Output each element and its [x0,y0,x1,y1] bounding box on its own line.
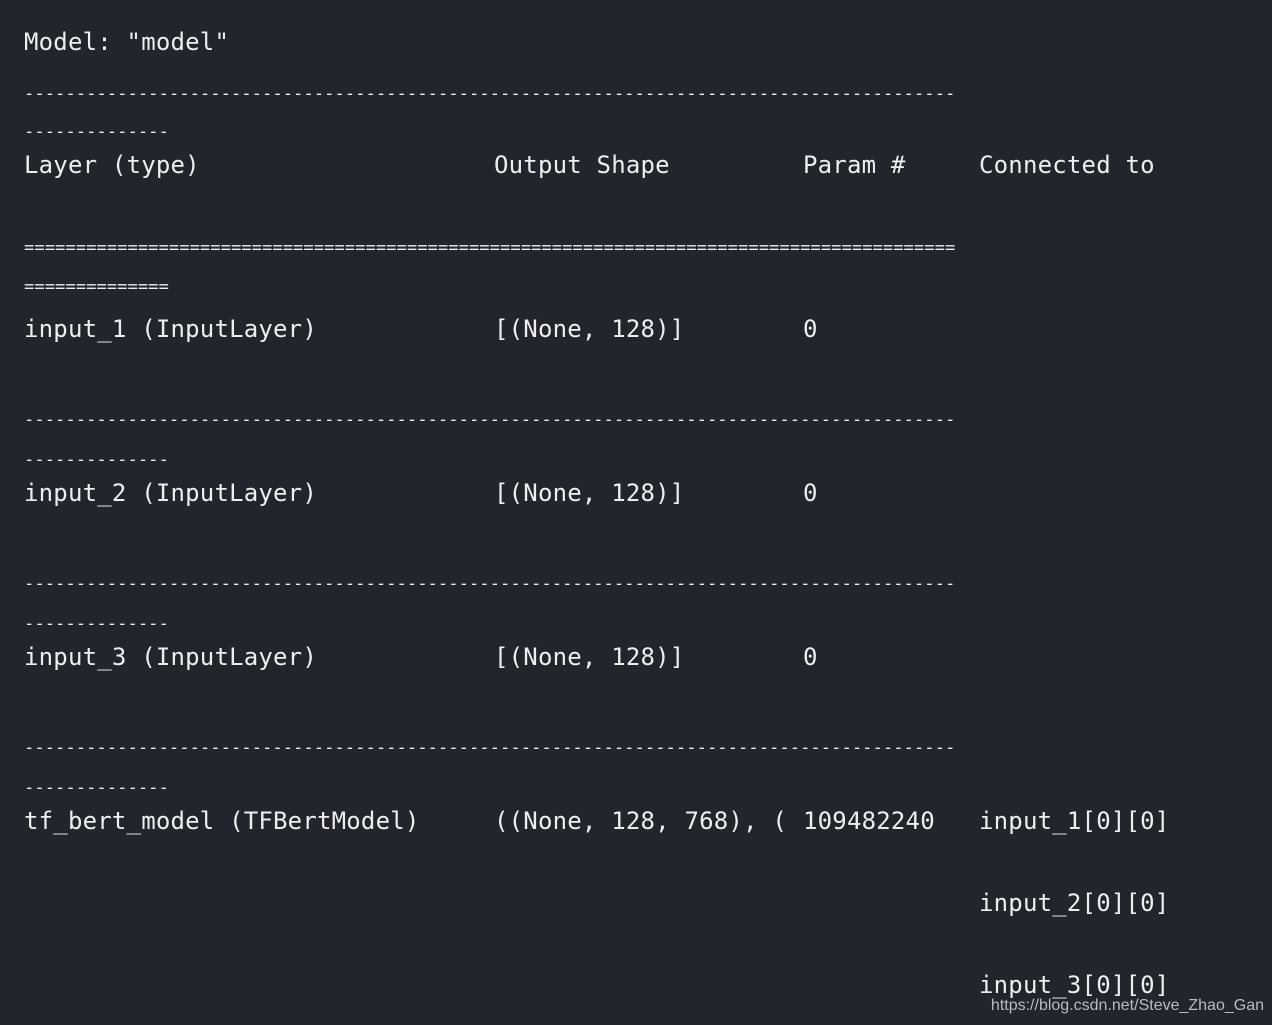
param-count: 0 [803,643,818,671]
separator-dash-line-cont: -------------- [24,614,169,634]
separator-equals-line: ========================================… [24,238,956,258]
output-shape: [(None, 128)] [494,643,685,671]
param-count: 0 [803,315,818,343]
model-summary: Model: "model" -------------------------… [24,0,1264,1025]
model-title: Model: "model" [24,28,230,56]
separator-equals-line-cont: ============== [24,277,169,297]
layer-name: input_2 (InputLayer) [24,479,317,507]
connected-to: input_2[0][0] [979,889,1170,917]
output-shape: [(None, 128)] [494,315,685,343]
header-param-count: Param # [803,151,906,179]
param-count: 0 [803,479,818,507]
layer-name: tf_bert_model (TFBertModel) [24,807,420,835]
param-count: 109482240 [803,807,935,835]
layer-name: input_1 (InputLayer) [24,315,317,343]
connected-to: input_1[0][0] [979,807,1170,835]
separator-dash-line: ----------------------------------------… [24,410,956,430]
watermark: https://blog.csdn.net/Steve_Zhao_Gan [990,997,1264,1014]
header-connected-to: Connected to [979,151,1155,179]
output-shape: [(None, 128)] [494,479,685,507]
separator-dash-line-cont: -------------- [24,778,169,798]
separator-dash-line-cont: -------------- [24,450,169,470]
header-output-shape: Output Shape [494,151,670,179]
separator-dash-line: ----------------------------------------… [24,574,956,594]
header-layer: Layer (type) [24,151,200,179]
layer-name: input_3 (InputLayer) [24,643,317,671]
separator-dash-line: ----------------------------------------… [24,738,956,758]
separator-dash-line: ----------------------------------------… [24,84,956,104]
output-shape: ((None, 128, 768), ( [494,807,787,835]
separator-dash-line-cont: -------------- [24,122,169,142]
connected-to: input_3[0][0] [979,971,1170,999]
